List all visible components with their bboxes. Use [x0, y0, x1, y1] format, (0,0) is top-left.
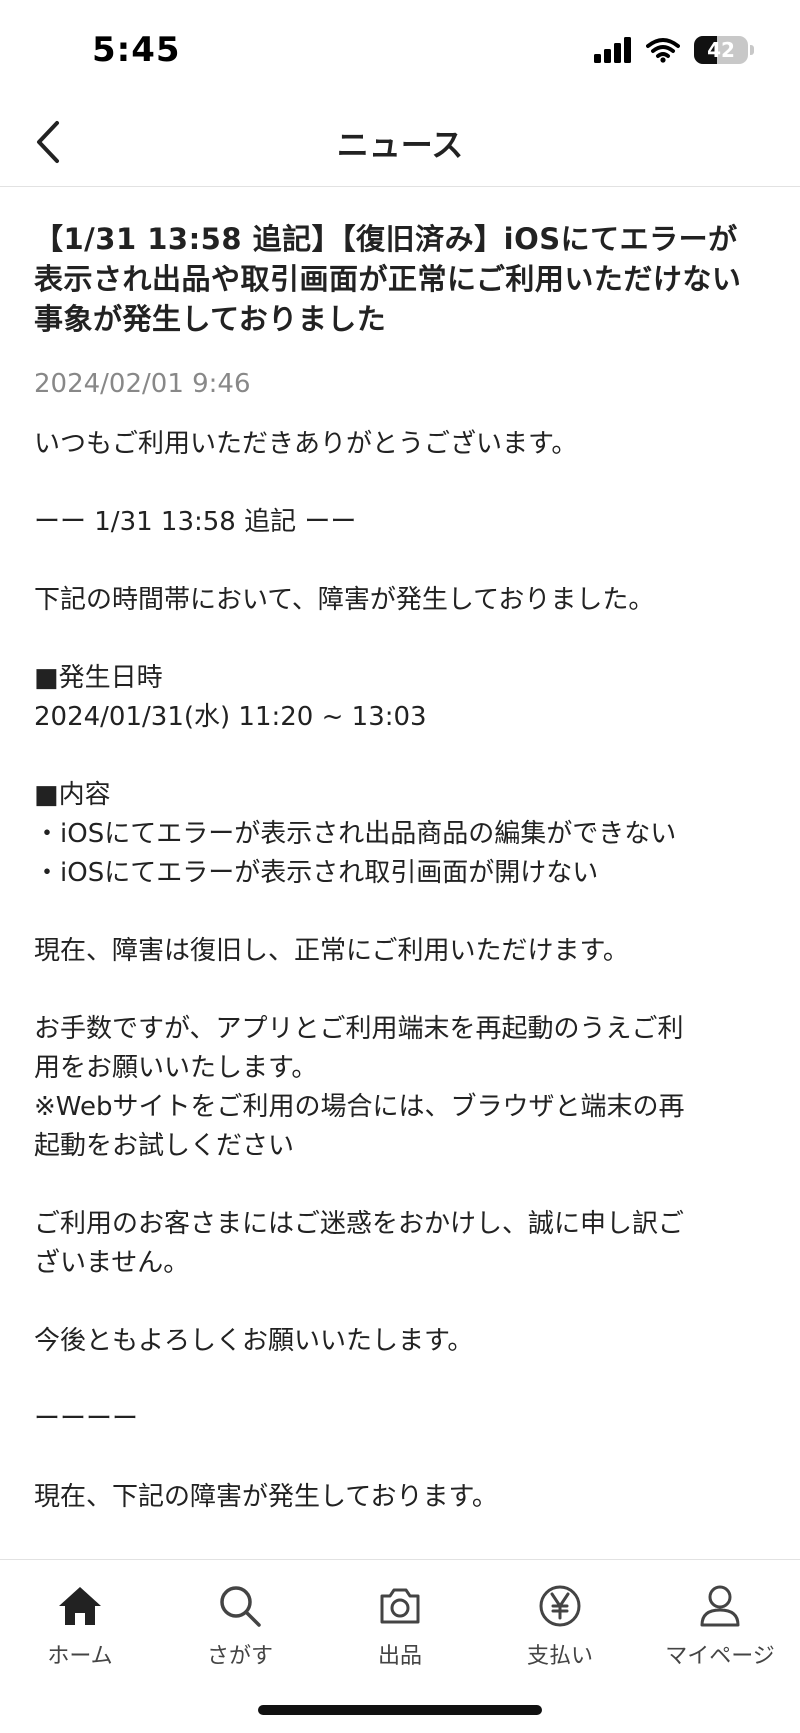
tab-payment-label: 支払い [526, 1644, 593, 1669]
camera-icon [380, 1588, 420, 1624]
tab-sell-label: 出品 [377, 1644, 422, 1669]
body-line: 現在、下記の障害が発生しております。 [34, 1482, 498, 1512]
wifi-icon [646, 38, 680, 63]
body-spacer [34, 542, 766, 581]
body-line: お手数ですが、アプリとご利用端末を再起動のうえご利 [34, 1014, 684, 1044]
body-line: ーーーー [34, 1404, 139, 1434]
body-line: ・iOSにてエラーが表示され出品商品の編集ができない [34, 819, 677, 849]
body-line: 2024/01/31(水) 11:20 ~ 13:03 [34, 702, 427, 732]
status-bar: 5:45 42 [0, 0, 800, 100]
body-spacer [34, 620, 766, 659]
article-body: いつもご利用いただきありがとうございます。 ーー 1/31 13:58 追記 ーー… [34, 425, 766, 1517]
body-line: ざいません。 [34, 1248, 190, 1278]
body-spacer [34, 1166, 766, 1205]
tab-payment[interactable]: 支払い [480, 1570, 640, 1680]
body-spacer [34, 1439, 766, 1478]
home-icon [59, 1587, 101, 1625]
battery-level: 42 [707, 38, 735, 62]
news-article: 【1/31 13:58 追記】【復旧済み】iOSにてエラーが表示され出品や取引画… [0, 187, 800, 1517]
tab-search[interactable]: さがす [160, 1570, 320, 1680]
tab-mypage-label: マイページ [665, 1644, 775, 1669]
tab-mypage[interactable]: マイページ [640, 1570, 800, 1680]
home-indicator [258, 1705, 542, 1715]
body-line: ※Webサイトをご利用の場合には、ブラウザと端末の再 [34, 1092, 685, 1122]
body-line: 下記の時間帯において、障害が発生しておりました。 [34, 585, 655, 615]
body-line: いつもご利用いただきありがとうございます。 [34, 429, 578, 459]
body-line: ■発生日時 [34, 663, 163, 693]
body-line: 現在、障害は復旧し、正常にご利用いただけます。 [34, 936, 629, 966]
person-icon [700, 1585, 740, 1627]
battery-icon: 42 [694, 36, 754, 64]
body-line: 起動をお試しください [34, 1131, 295, 1161]
body-spacer [34, 737, 766, 776]
article-scroll-area[interactable]: 【1/31 13:58 追記】【復旧済み】iOSにてエラーが表示され出品や取引画… [0, 187, 800, 1559]
body-line: ・iOSにてエラーが表示され取引画面が開けない [34, 858, 599, 888]
search-icon [220, 1586, 261, 1627]
tab-sell[interactable]: 出品 [320, 1570, 480, 1680]
body-line: ■内容 [34, 780, 111, 810]
yen-icon [539, 1585, 581, 1627]
body-line: 今後ともよろしくお願いいたします。 [34, 1326, 474, 1356]
article-title: 【1/31 13:58 追記】【復旧済み】iOSにてエラーが表示され出品や取引画… [34, 222, 742, 336]
body-spacer [34, 1361, 766, 1400]
tab-search-label: さがす [206, 1644, 273, 1669]
navigation-bar: ニュース [0, 100, 800, 187]
tab-bar: ホーム さがす 出品 支払い マイページ [0, 1559, 800, 1733]
body-spacer [34, 893, 766, 932]
body-line: 用をお願いいたします。 [34, 1053, 318, 1083]
tab-home[interactable]: ホーム [0, 1570, 160, 1680]
body-line: ご利用のお客さまにはご迷惑をおかけし、誠に申し訳ご [34, 1209, 685, 1239]
body-spacer [34, 1283, 766, 1322]
body-line: ーー 1/31 13:58 追記 ーー [34, 507, 357, 537]
page-title: ニュース [336, 126, 464, 164]
status-time: 5:45 [92, 30, 181, 70]
status-icons: 42 [594, 36, 754, 64]
cellular-signal-icon [594, 37, 631, 63]
body-spacer [34, 464, 766, 503]
body-spacer [34, 971, 766, 1010]
article-date: 2024/02/01 9:46 [34, 369, 251, 399]
tab-home-label: ホーム [47, 1644, 113, 1669]
